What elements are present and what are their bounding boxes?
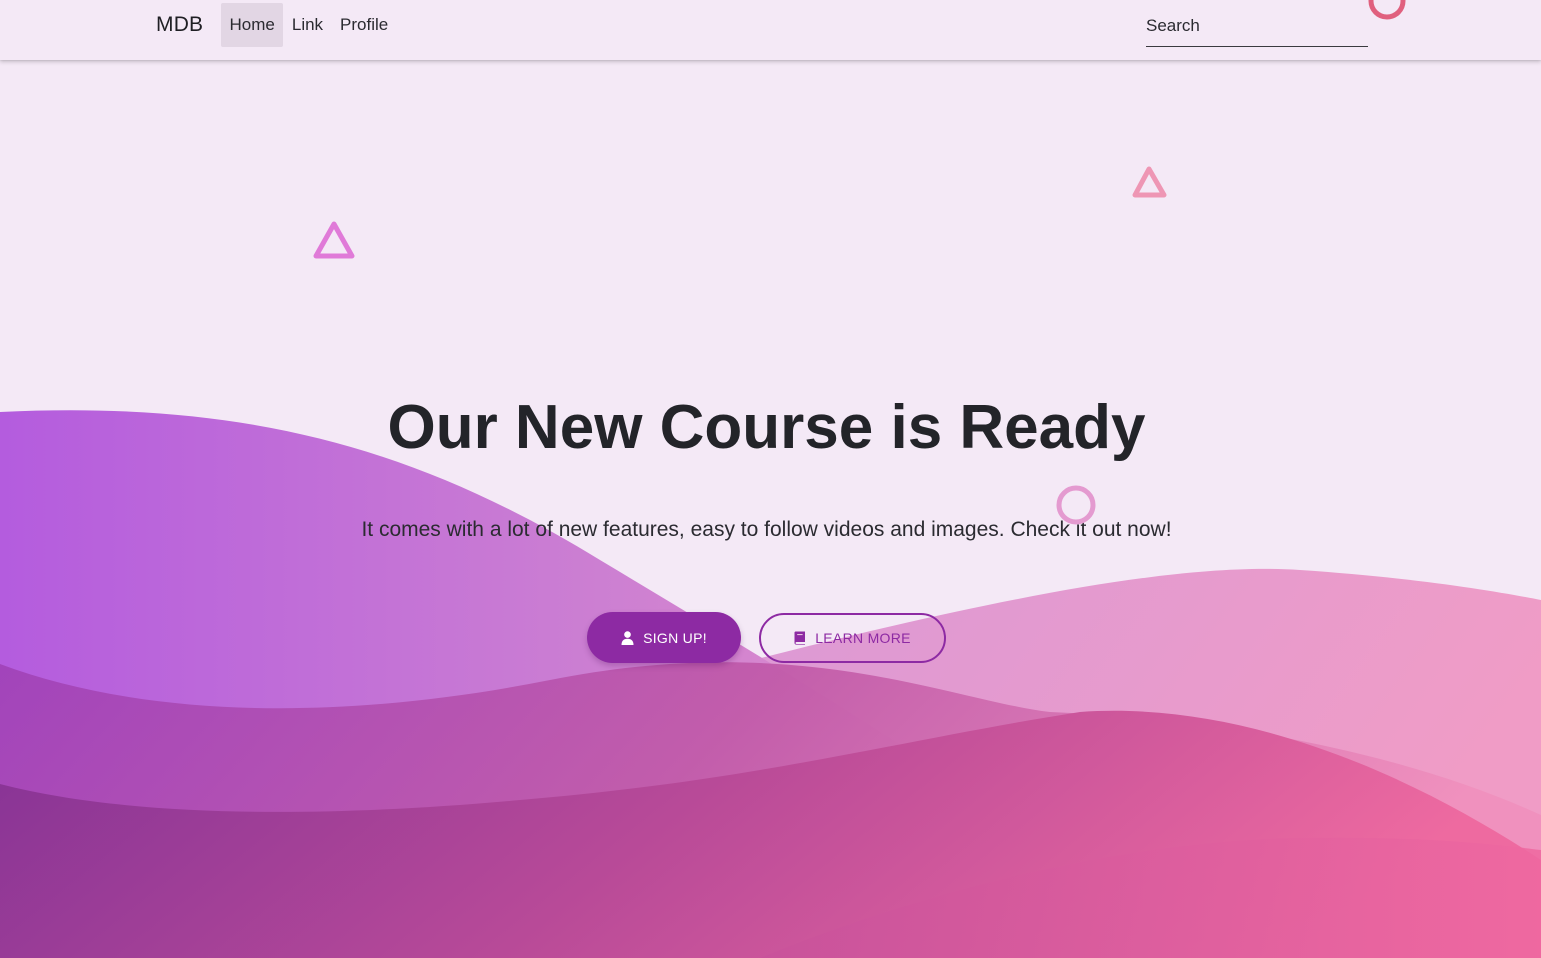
sign-up-button[interactable]: SIGN UP! (587, 612, 741, 663)
brand-logo[interactable]: MDB (156, 12, 203, 38)
wave-background (0, 410, 1541, 958)
page: MDB Home Link Profile Our New Course is … (0, 0, 1541, 958)
learn-more-label: LEARN MORE (815, 630, 911, 646)
search-field (1146, 10, 1368, 47)
learn-more-button[interactable]: LEARN MORE (759, 613, 946, 663)
nav-links: Home Link Profile (221, 3, 397, 47)
hero-subtitle: It comes with a lot of new features, eas… (361, 518, 1172, 541)
nav-link-home[interactable]: Home (221, 3, 284, 47)
nav-link-link[interactable]: Link (283, 3, 331, 47)
user-icon (621, 630, 634, 645)
navbar: MDB Home Link Profile (0, 0, 1541, 60)
book-icon (794, 631, 806, 645)
circle-shape (1368, 0, 1406, 20)
sign-up-label: SIGN UP! (643, 629, 707, 646)
search-input[interactable] (1146, 10, 1366, 42)
circle-shape (1056, 485, 1096, 525)
triangle-shape (1132, 166, 1167, 198)
nav-link-profile[interactable]: Profile (332, 3, 397, 47)
hero-title: Our New Course is Ready (387, 393, 1146, 462)
triangle-shape (313, 221, 355, 259)
